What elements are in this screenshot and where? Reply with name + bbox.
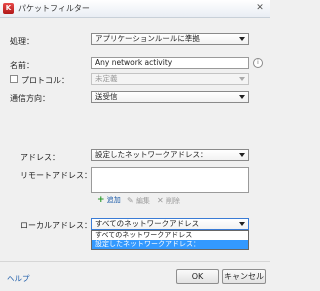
protocol-checkbox[interactable] <box>10 75 18 83</box>
chevron-down-icon <box>239 77 245 81</box>
edit-button-label: 編集 <box>135 197 150 205</box>
ok-button[interactable]: OK <box>176 269 219 284</box>
cancel-button[interactable]: キャンセル <box>222 269 266 284</box>
name-input[interactable]: Any network activity <box>91 57 249 69</box>
address-label: アドレス： <box>20 153 60 162</box>
close-button[interactable]: ✕ <box>254 3 266 14</box>
chevron-down-icon <box>239 222 245 226</box>
name-label: 名前： <box>10 61 34 70</box>
title-bar: K パケットフィルター ✕ <box>0 0 270 18</box>
protocol-label: プロトコル： <box>21 76 69 85</box>
direction-dropdown[interactable]: 送受信 <box>91 91 249 103</box>
chevron-down-icon <box>239 153 245 157</box>
protocol-dropdown-value: 未定義 <box>95 74 118 83</box>
address-dropdown[interactable]: 設定したネットワークアドレス： <box>91 149 249 161</box>
info-icon[interactable]: i <box>253 58 263 68</box>
chevron-down-icon <box>239 37 245 41</box>
add-button-label: 追加 <box>106 196 121 204</box>
remote-address-label: リモートアドレス： <box>20 171 92 180</box>
remote-address-list[interactable] <box>91 167 249 193</box>
app-icon: K <box>3 3 14 14</box>
option-configured-addresses[interactable]: 設定したネットワークアドレス： <box>92 240 248 249</box>
local-address-options: すべてのネットワークアドレス 設定したネットワークアドレス： <box>91 230 249 250</box>
edit-button: ✎ 編集 <box>127 196 150 206</box>
direction-label: 通信方向： <box>10 94 50 103</box>
delete-button: ✕ 削除 <box>157 196 180 206</box>
add-button[interactable]: + 追加 <box>97 195 121 205</box>
action-dropdown-value: アプリケーションルールに準拠 <box>95 34 200 43</box>
footer-divider <box>0 261 270 262</box>
option-all-addresses[interactable]: すべてのネットワークアドレス <box>92 231 248 240</box>
local-address-label: ローカルアドレス： <box>20 221 92 230</box>
local-address-dropdown-value: すべてのネットワークアドレス <box>95 219 200 228</box>
pencil-icon: ✎ <box>127 196 134 205</box>
chevron-down-icon <box>239 95 245 99</box>
protocol-dropdown: 未定義 <box>91 73 249 85</box>
plus-icon: + <box>97 195 105 205</box>
local-address-dropdown[interactable]: すべてのネットワークアドレス <box>91 218 249 230</box>
action-label: 処理： <box>10 37 34 46</box>
delete-button-label: 削除 <box>165 197 180 205</box>
window-title: パケットフィルター <box>18 4 90 13</box>
direction-dropdown-value: 送受信 <box>95 92 118 101</box>
delete-icon: ✕ <box>157 196 164 205</box>
address-dropdown-value: 設定したネットワークアドレス： <box>95 150 208 159</box>
action-dropdown[interactable]: アプリケーションルールに準拠 <box>91 33 249 45</box>
help-link[interactable]: ヘルプ <box>7 273 30 284</box>
